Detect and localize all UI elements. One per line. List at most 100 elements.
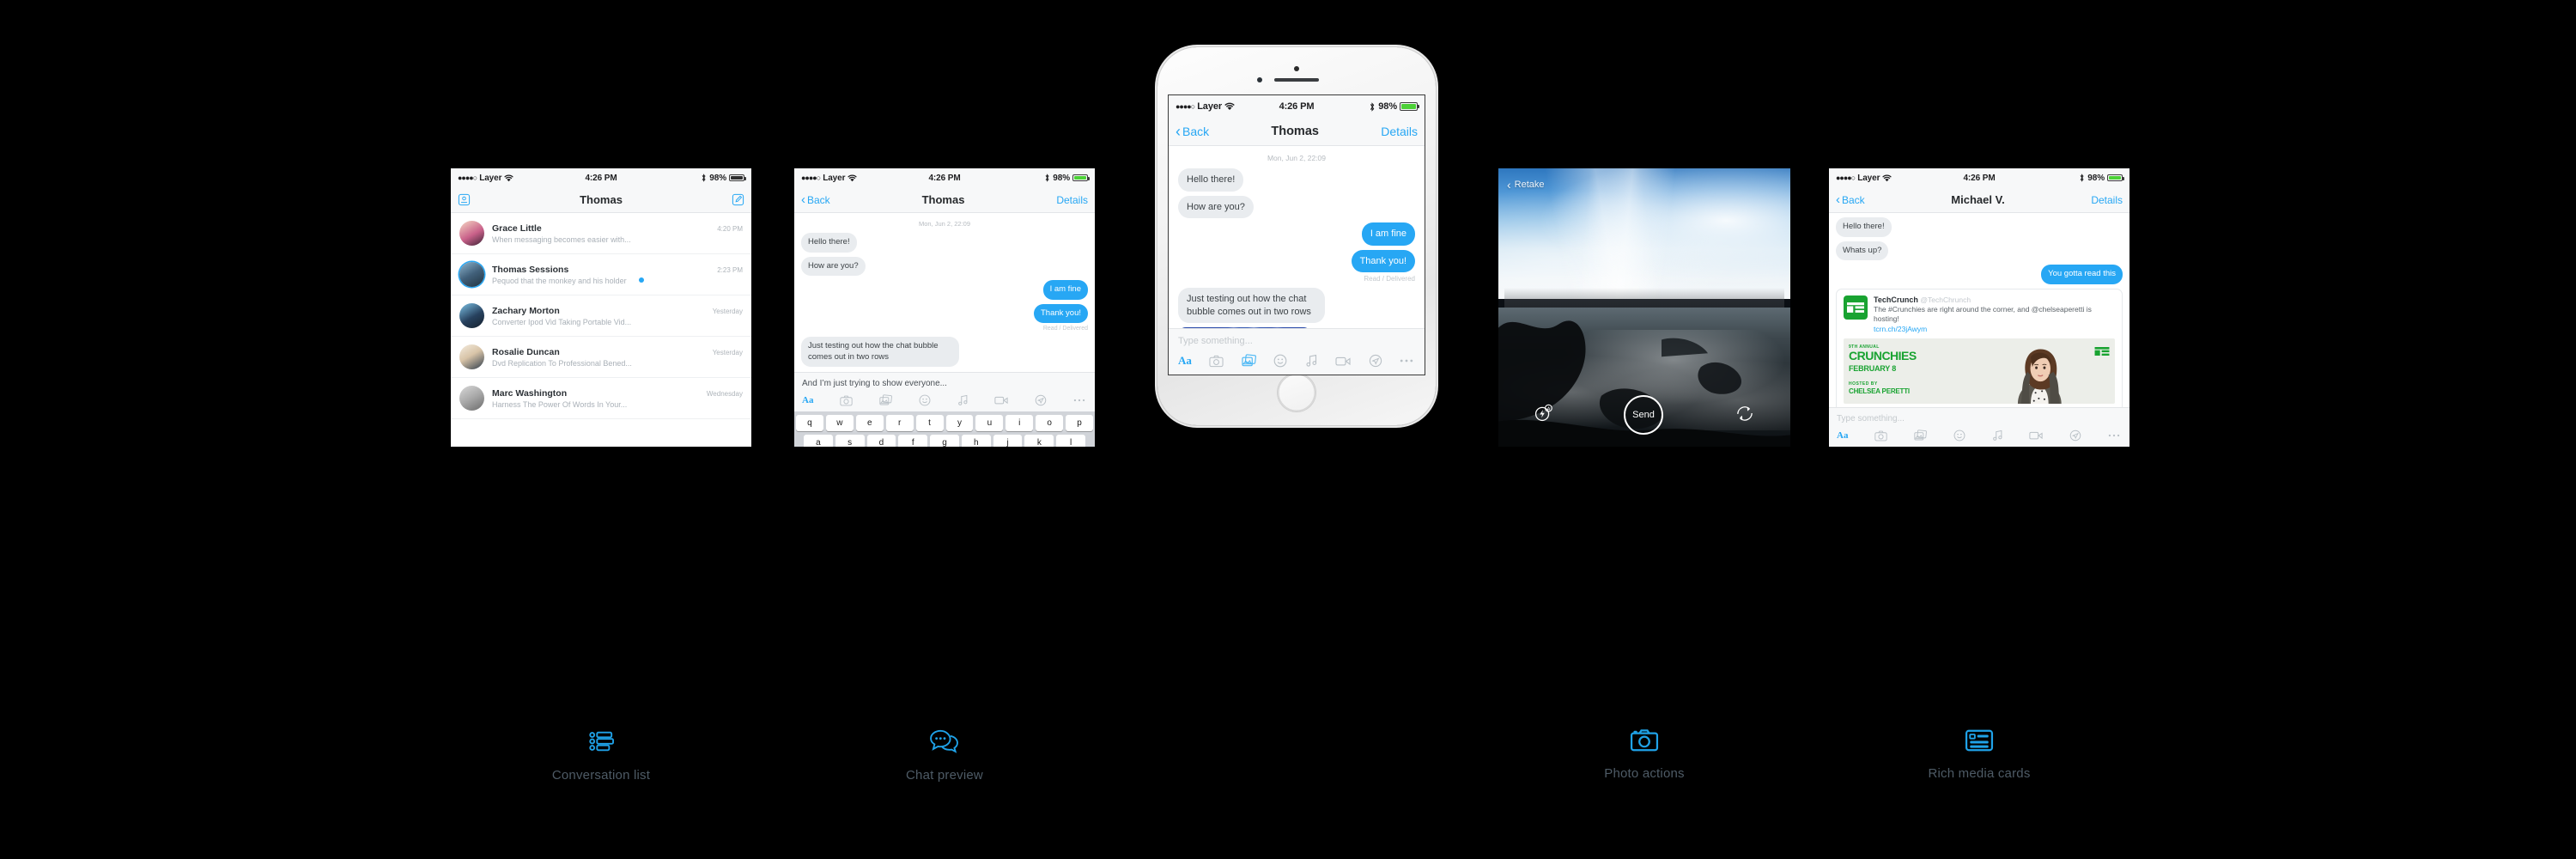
key[interactable]: d — [866, 435, 896, 447]
message-thread: Mon, Jun 2, 22:09 Hello there! How are y… — [794, 213, 1095, 368]
key[interactable]: f — [898, 435, 928, 447]
battery-percent: 98% — [1053, 173, 1070, 183]
message-bubble[interactable]: How are you? — [799, 256, 866, 277]
caption-conversation-list: Conversation list — [451, 728, 751, 783]
message-bubble[interactable]: Thank you! — [1034, 303, 1091, 324]
back-button[interactable]: ‹ Back — [1176, 124, 1209, 139]
card-author-name: TechCrunch — [1874, 295, 1918, 304]
details-button[interactable]: Details — [2091, 194, 2123, 206]
rich-media-card[interactable]: TechCrunch @TechChrunch The #Crunchies a… — [1836, 288, 2123, 424]
text-format-icon[interactable]: Aa — [1178, 354, 1192, 368]
list-item[interactable]: Marc Washington Wednesday Harness The Po… — [451, 378, 751, 419]
photos-icon[interactable] — [879, 394, 892, 406]
emoji-icon[interactable] — [1953, 430, 1965, 442]
location-icon[interactable] — [1035, 394, 1047, 406]
send-button[interactable]: Send — [1623, 395, 1663, 435]
key[interactable]: a — [803, 435, 833, 447]
message-bubble[interactable]: Thank you! — [1351, 249, 1419, 273]
send-label: Send — [1632, 410, 1655, 420]
on-screen-keyboard: q w e r t y u i o p a s d f g h j k l — [794, 411, 1095, 447]
wifi-icon — [848, 174, 858, 181]
message-bubble[interactable]: You gotta read this — [2041, 265, 2125, 284]
details-button[interactable]: Details — [1381, 125, 1418, 138]
key[interactable]: q — [795, 415, 823, 432]
caption-label: Photo actions — [1604, 766, 1685, 781]
photos-icon[interactable] — [1242, 354, 1256, 368]
nav-bar: ‹ Back Thomas Details — [1169, 118, 1425, 146]
key[interactable]: y — [945, 415, 974, 432]
flip-camera-icon[interactable] — [1735, 405, 1755, 426]
key[interactable]: e — [855, 415, 884, 432]
back-button[interactable]: ‹ Back — [1836, 193, 1865, 206]
status-time: 4:26 PM — [1963, 173, 1996, 183]
message-bubble[interactable]: How are you? — [1176, 195, 1254, 219]
video-icon[interactable] — [994, 395, 1008, 405]
photos-icon[interactable] — [1914, 430, 1927, 442]
status-bar: ●●●●○ Layer 4:26 PM 98% — [1169, 95, 1425, 118]
key[interactable]: r — [885, 415, 914, 432]
message-bubble[interactable]: Just testing out how the chat bubble com… — [799, 337, 959, 368]
retake-button[interactable]: ‹ Retake — [1507, 179, 1545, 191]
flash-auto-icon[interactable]: A — [1534, 404, 1553, 427]
more-icon[interactable] — [2108, 433, 2120, 438]
retake-label: Retake — [1514, 180, 1545, 190]
status-time: 4:26 PM — [1279, 101, 1315, 112]
key[interactable]: o — [1036, 415, 1064, 432]
details-button[interactable]: Details — [1056, 194, 1088, 206]
text-format-icon[interactable]: Aa — [1837, 430, 1848, 441]
location-icon[interactable] — [1369, 354, 1382, 368]
list-item[interactable]: Rosalie Duncan Yesterday Dvd Replication… — [451, 337, 751, 378]
key[interactable]: u — [975, 415, 1004, 432]
message-bubble[interactable]: Hello there! — [1836, 217, 1892, 237]
message-bubble[interactable]: Just testing out how the chat bubble com… — [1175, 288, 1326, 324]
message-input[interactable]: And I’m just trying to show everyone... — [802, 379, 1087, 388]
more-icon[interactable] — [1073, 398, 1085, 403]
message-bubble[interactable]: I am fine — [1361, 222, 1415, 246]
video-icon[interactable] — [2029, 430, 2043, 441]
list-item[interactable]: Grace Little 4:20 PM When messaging beco… — [451, 213, 751, 254]
wifi-icon — [1224, 102, 1235, 111]
more-icon[interactable] — [1400, 358, 1413, 363]
key[interactable]: s — [835, 435, 865, 447]
message-input[interactable]: Type something... — [1837, 414, 2122, 423]
list-item[interactable]: Thomas Sessions 2:23 PM Pequod that the … — [451, 254, 751, 295]
signal-dots-icon: ●●●●○ — [1176, 102, 1195, 111]
location-icon[interactable] — [2069, 430, 2081, 442]
camera-icon[interactable] — [1874, 430, 1887, 442]
message-bubble[interactable]: Whats up? — [1832, 241, 1889, 261]
text-format-icon[interactable]: Aa — [802, 395, 813, 405]
nav-bar: ‹ Back Michael V. Details — [1829, 187, 2129, 213]
message-input[interactable]: Type something... — [1178, 336, 1415, 346]
key[interactable]: i — [1005, 415, 1034, 432]
music-icon[interactable] — [957, 394, 969, 406]
compose-icon[interactable] — [732, 193, 744, 206]
camera-icon[interactable] — [840, 395, 853, 406]
key[interactable]: k — [1024, 435, 1054, 447]
home-button[interactable] — [1278, 374, 1315, 411]
signal-dots-icon: ●●●●○ — [458, 174, 477, 182]
key[interactable]: p — [1066, 415, 1094, 432]
message-bubble[interactable]: I am fine — [1042, 280, 1088, 300]
contacts-icon[interactable] — [458, 193, 471, 206]
key[interactable]: g — [930, 435, 959, 447]
message-bubble[interactable]: Hello there! — [801, 233, 857, 253]
emoji-icon[interactable] — [919, 394, 931, 406]
key[interactable]: t — [915, 415, 944, 432]
key[interactable]: h — [961, 435, 991, 447]
status-bar: ●●●●○ Layer 4:26 PM 98% — [794, 168, 1095, 187]
video-icon[interactable] — [1335, 356, 1351, 367]
key[interactable]: j — [993, 435, 1023, 447]
back-button[interactable]: ‹ Back — [801, 193, 830, 206]
camera-icon[interactable] — [1209, 355, 1224, 368]
music-icon[interactable] — [1992, 430, 2003, 442]
music-icon[interactable] — [1305, 354, 1318, 368]
card-link[interactable]: tcrn.ch/23jAwym — [1874, 325, 2115, 333]
key[interactable]: l — [1056, 435, 1086, 447]
list-item[interactable]: Zachary Morton Yesterday Converter Ipod … — [451, 295, 751, 337]
message-bubble[interactable]: Hello there! — [1178, 168, 1244, 192]
key[interactable]: w — [825, 415, 854, 432]
iphone-device: ●●●●○ Layer 4:26 PM 98% ‹ Back Thomas De… — [1157, 47, 1436, 425]
card-media-image[interactable]: 9TH ANNUAL CRUNCHIES FEBRUARY 8 HOSTED B… — [1844, 338, 2115, 405]
caption-photo-actions: Photo actions — [1498, 728, 1790, 781]
emoji-icon[interactable] — [1273, 354, 1287, 368]
